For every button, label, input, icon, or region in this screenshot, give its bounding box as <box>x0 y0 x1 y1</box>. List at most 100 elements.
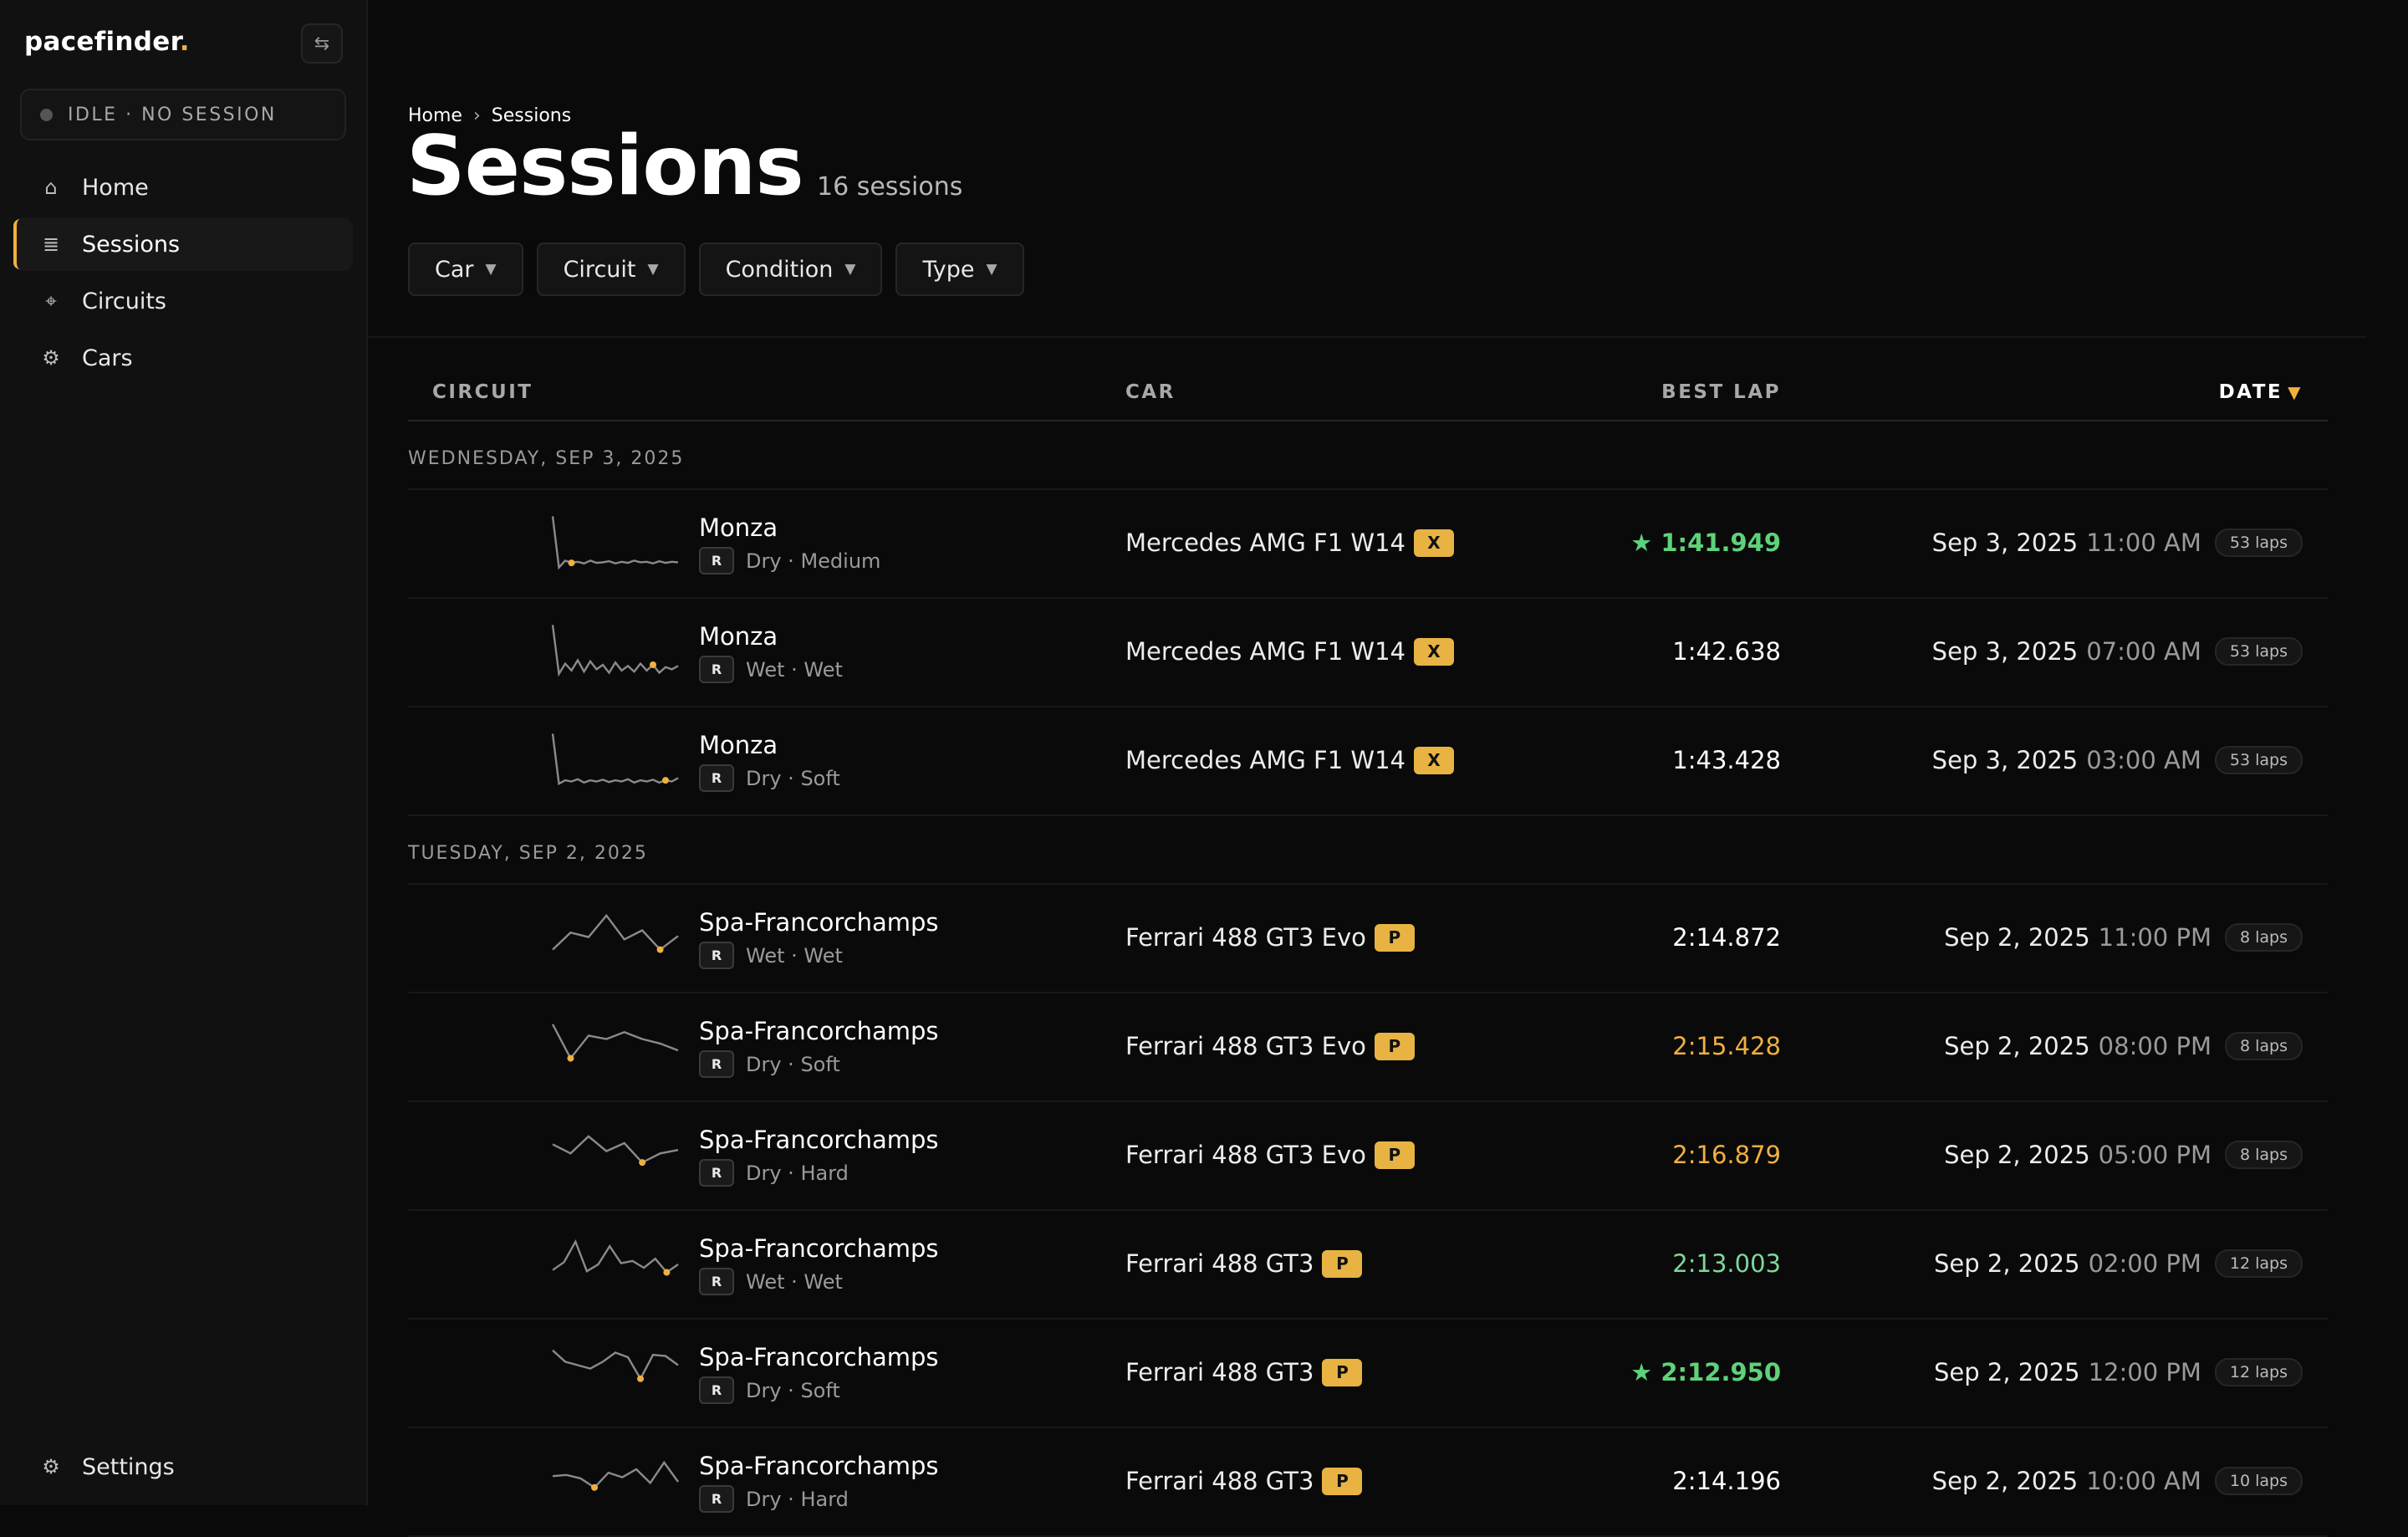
conditions-text: Dry · Soft <box>746 1052 840 1076</box>
sidebar-item-home[interactable]: ⌂ Home <box>13 161 353 214</box>
column-header-label: DATE <box>2218 381 2283 403</box>
sparkline-path <box>552 1238 679 1274</box>
session-type-badge: R <box>699 1050 734 1078</box>
circuit-cell: Monza R Dry · Soft <box>699 731 840 792</box>
car-class-badge: P <box>1374 1141 1415 1169</box>
session-date: Sep 2, 2025 <box>1944 1141 2090 1169</box>
filter-circuit[interactable]: Circuit ▼ <box>536 243 686 296</box>
circuit-cell: Monza R Wet · Wet <box>699 622 843 683</box>
lap-count-badge: 10 laps <box>2214 1467 2303 1495</box>
session-conditions: R Wet · Wet <box>699 656 843 683</box>
collapse-sidebar-button[interactable]: ⇆ <box>301 23 343 64</box>
circuit-cell: Spa-Francorchamps R Wet · Wet <box>699 908 939 969</box>
best-lap-marker <box>639 1159 646 1167</box>
car-class-badge: X <box>1414 637 1454 666</box>
lap-count-badge: 8 laps <box>2224 1141 2303 1169</box>
conditions-text: Dry · Hard <box>746 1161 849 1185</box>
conditions-text: Dry · Soft <box>746 1378 840 1402</box>
sidebar-item-label: Settings <box>82 1453 175 1480</box>
sidebar-item-cars[interactable]: ⚙ Cars <box>13 331 353 385</box>
session-count: 16 sessions <box>817 172 963 202</box>
lap-time-sparkline <box>551 516 679 570</box>
column-header-date[interactable]: DATE ▼ <box>2219 381 2303 403</box>
table-row[interactable]: Spa-Francorchamps R Wet · Wet Ferrari 48… <box>408 1211 2328 1320</box>
date-group-text: WEDNESDAY, SEP 3, 2025 <box>408 448 685 469</box>
car-cell: Ferrari 488 GT3 P <box>1125 1249 1363 1278</box>
circuit-name: Monza <box>699 731 778 759</box>
lap-count-badge: 12 laps <box>2214 1249 2303 1278</box>
session-date: Sep 2, 2025 <box>1944 1032 2090 1060</box>
session-time: 05:00 PM <box>2098 1141 2212 1169</box>
table-row[interactable]: Monza R Wet · Wet Mercedes AMG F1 W14 X … <box>408 599 2328 707</box>
table-row[interactable]: Monza R Dry · Soft Mercedes AMG F1 W14 X… <box>408 707 2328 816</box>
session-date: Sep 3, 2025 <box>1931 746 2079 774</box>
table-row[interactable]: Spa-Francorchamps R Dry · Hard Ferrari 4… <box>408 1102 2328 1211</box>
circuit-cell: Spa-Francorchamps R Dry · Soft <box>699 1343 939 1404</box>
best-lap-time: 2:14.196 <box>1672 1467 1781 1495</box>
car-class-badge: X <box>1414 746 1454 774</box>
circuit-cell: Spa-Francorchamps R Dry · Hard <box>699 1126 939 1187</box>
lap-count-badge: 8 laps <box>2224 923 2303 952</box>
filter-condition[interactable]: Condition ▼ <box>698 243 883 296</box>
best-lap-marker <box>591 1483 598 1491</box>
session-conditions: R Dry · Soft <box>699 764 840 792</box>
sparkline-path <box>551 733 679 786</box>
sparkline-path <box>551 625 679 677</box>
date-cell: Sep 2, 2025 10:00 AM 10 laps <box>1932 1467 2303 1495</box>
caret-down-icon: ▼ <box>844 261 856 278</box>
table-row[interactable]: Spa-Francorchamps R Dry · Hard Ferrari 4… <box>408 1428 2328 1537</box>
session-type-badge: R <box>699 1485 734 1513</box>
car-name: Mercedes AMG F1 W14 <box>1125 529 1406 557</box>
table-row[interactable]: Spa-Francorchamps R Dry · Soft Ferrari 4… <box>408 1320 2328 1428</box>
lap-count-badge: 53 laps <box>2214 529 2303 557</box>
best-lap-time: 2:14.872 <box>1672 923 1781 952</box>
circuit-name: Spa-Francorchamps <box>699 1234 939 1263</box>
table-row[interactable]: Monza R Dry · Medium Mercedes AMG F1 W14… <box>408 490 2328 599</box>
date-cell: Sep 2, 2025 11:00 PM 8 laps <box>1944 923 2303 952</box>
session-conditions: R Wet · Wet <box>699 942 939 969</box>
car-name: Ferrari 488 GT3 Evo <box>1125 1032 1366 1060</box>
table-header: CIRCUIT CAR BEST LAP DATE ▼ <box>408 366 2328 421</box>
brand-logo[interactable]: pacefinder. <box>24 27 190 57</box>
sparkline-path <box>552 1135 679 1164</box>
main-content: Home › Sessions Sessions 16 sessions Car… <box>368 0 2366 1537</box>
best-lap-time: ★ 2:12.950 <box>1630 1358 1781 1386</box>
date-group-label: WEDNESDAY, SEP 3, 2025 <box>408 421 2328 490</box>
car-name: Ferrari 488 GT3 <box>1125 1358 1314 1386</box>
session-conditions: R Dry · Medium <box>699 547 880 574</box>
status-text: IDLE · NO SESSION <box>68 104 277 125</box>
circuit-name: Spa-Francorchamps <box>699 1017 939 1045</box>
filter-label: Condition <box>725 256 834 283</box>
sort-desc-icon: ▼ <box>2288 382 2303 402</box>
car-class-badge: P <box>1374 1032 1415 1060</box>
car-class-badge: X <box>1414 529 1454 557</box>
session-time: 03:00 AM <box>2086 746 2201 774</box>
session-date: Sep 3, 2025 <box>1931 637 2079 666</box>
car-cell: Ferrari 488 GT3 Evo P <box>1125 1032 1415 1060</box>
car-name: Mercedes AMG F1 W14 <box>1125 637 1406 666</box>
sidebar-item-label: Sessions <box>82 231 181 258</box>
sidebar-item-settings[interactable]: ⚙ Settings <box>13 1440 353 1494</box>
car-name: Mercedes AMG F1 W14 <box>1125 746 1406 774</box>
date-cell: Sep 3, 2025 03:00 AM 53 laps <box>1932 746 2303 774</box>
best-lap-time: 1:42.638 <box>1672 637 1781 666</box>
session-type-badge: R <box>699 942 734 969</box>
sidebar-item-circuits[interactable]: ⌖ Circuits <box>13 274 353 328</box>
sessions-table: CIRCUIT CAR BEST LAP DATE ▼ WEDNESDAY, SE… <box>408 366 2328 1537</box>
conditions-text: Dry · Hard <box>746 1487 849 1511</box>
column-header-circuit[interactable]: CIRCUIT <box>432 381 533 403</box>
table-row[interactable]: Spa-Francorchamps R Dry · Soft Ferrari 4… <box>408 993 2328 1102</box>
table-row[interactable]: Spa-Francorchamps R Wet · Wet Ferrari 48… <box>408 885 2328 993</box>
circuit-name: Spa-Francorchamps <box>699 908 939 937</box>
filter-type[interactable]: Type ▼ <box>895 243 1024 296</box>
column-header-best-lap[interactable]: BEST LAP <box>1661 381 1781 403</box>
column-header-car[interactable]: CAR <box>1125 381 1176 403</box>
best-lap-marker <box>567 1054 574 1062</box>
sidebar-item-sessions[interactable]: ≣ Sessions <box>13 217 353 271</box>
session-date: Sep 3, 2025 <box>1931 529 2079 557</box>
swap-arrows-icon: ⇆ <box>314 33 330 54</box>
lap-time-sparkline <box>552 1460 679 1491</box>
car-cell: Mercedes AMG F1 W14 X <box>1125 529 1454 557</box>
filter-car[interactable]: Car ▼ <box>408 243 523 296</box>
caret-down-icon: ▼ <box>485 261 497 278</box>
